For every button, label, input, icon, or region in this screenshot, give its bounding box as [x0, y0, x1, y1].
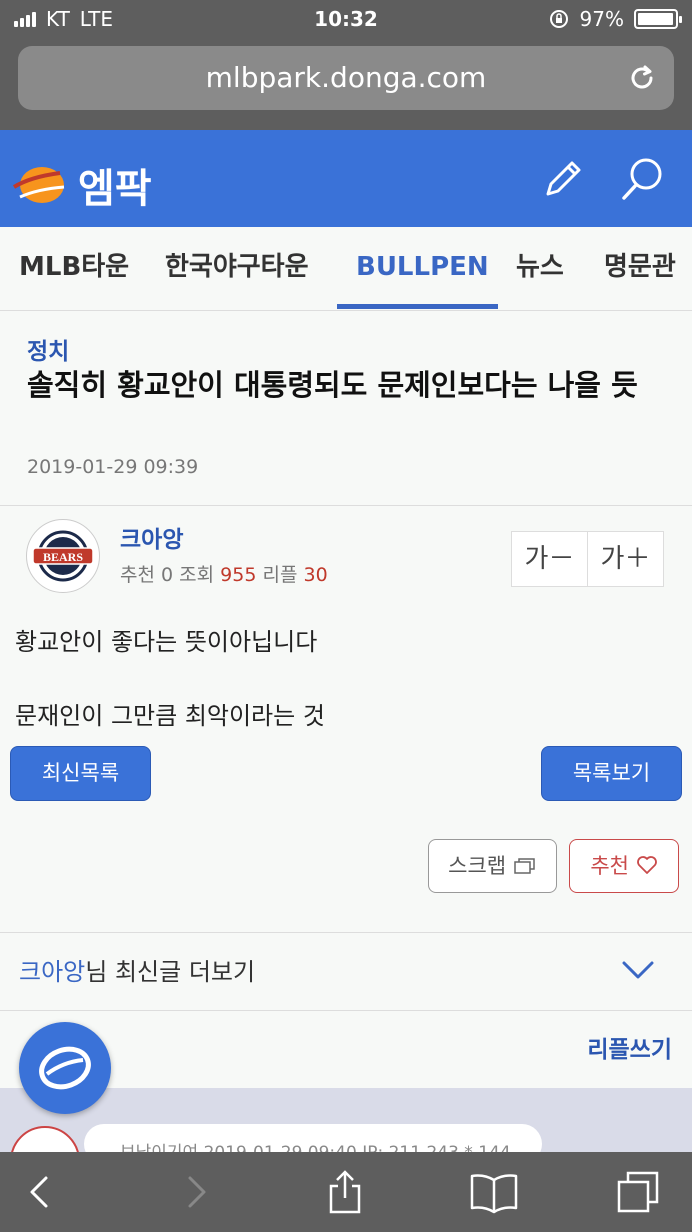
post-body-line: 문재인이 그만큼 최악이라는 것: [15, 702, 325, 730]
divider: [0, 505, 692, 506]
font-smaller-button[interactable]: 가－: [512, 532, 587, 586]
site-header: 엠팍: [0, 130, 692, 227]
url-text: mlbpark.donga.com: [205, 61, 487, 94]
more-posts-nick: 크아앙: [19, 958, 86, 986]
bookmarks-icon[interactable]: [468, 1170, 520, 1214]
recommend-button-label: 추천: [590, 854, 629, 878]
author-name[interactable]: 크아앙: [120, 520, 183, 554]
browser-toolbar: [0, 1152, 692, 1232]
divider: [0, 1010, 692, 1011]
replies-label: 리플: [262, 564, 298, 586]
views-label: 조회: [179, 564, 215, 586]
post-category[interactable]: 정치: [27, 332, 69, 366]
scrap-button[interactable]: 스크랩: [428, 839, 557, 893]
chevron-down-icon[interactable]: [620, 955, 656, 985]
recommend-label: 추천: [120, 564, 155, 586]
tab-mlb-town[interactable]: MLB타운: [19, 227, 129, 311]
tab-bullpen[interactable]: BULLPEN: [356, 227, 489, 311]
heart-icon: [636, 856, 657, 874]
bears-emblem-icon: BEARS: [32, 530, 94, 582]
back-icon[interactable]: [18, 1170, 62, 1214]
logo-text: 엠팍: [78, 166, 152, 212]
scrap-label: 스크랩: [448, 854, 507, 878]
tabs-icon[interactable]: [616, 1170, 660, 1214]
status-bar: KT LTE 10:32 97%: [0, 0, 692, 38]
battery-fill: [638, 13, 673, 25]
site-logo[interactable]: 엠팍: [10, 156, 152, 214]
post-body-line: 황교안이 좋다는 뜻이아닙니다: [15, 628, 318, 656]
floating-home-button[interactable]: [19, 1022, 111, 1114]
battery-icon: [634, 9, 682, 29]
post-date: 2019-01-29 09:39: [27, 456, 199, 478]
baseball-logo-icon: [12, 167, 65, 203]
more-posts-suffix: 님 최신글 더보기: [85, 958, 256, 986]
address-bar[interactable]: mlbpark.donga.com: [18, 46, 674, 110]
rotation-lock-icon: [549, 10, 568, 28]
baseball-icon: [39, 1046, 91, 1090]
avatar[interactable]: BEARS: [26, 519, 100, 593]
copy-icon: [514, 858, 535, 874]
recommend-button[interactable]: 추천: [569, 839, 679, 893]
font-larger-button[interactable]: 가＋: [587, 532, 663, 586]
avatar-text: BEARS: [43, 550, 83, 564]
view-list-button[interactable]: 목록보기: [541, 746, 682, 801]
forward-icon[interactable]: [174, 1170, 218, 1214]
recommend-count: 0: [161, 564, 174, 586]
browser-chrome: KT LTE 10:32 97% mlbpark.donga.com: [0, 0, 692, 130]
tab-hall-of-fame[interactable]: 명문관: [604, 227, 676, 311]
post-stats: 추천 0 조회 955 리플 30: [120, 560, 328, 587]
post-title: 솔직히 황교안이 대통령되도 문제인보다는 나을 듯: [27, 368, 638, 402]
pencil-icon[interactable]: [538, 154, 588, 204]
tab-korea-baseball-town[interactable]: 한국야구타운: [165, 227, 309, 311]
search-icon[interactable]: [618, 154, 668, 204]
divider: [0, 932, 692, 933]
share-icon[interactable]: [323, 1170, 367, 1214]
write-reply-link[interactable]: 리플쓰기: [587, 1030, 672, 1064]
author-more-posts-link[interactable]: 크아앙님 최신글 더보기: [19, 952, 255, 987]
section-tabs: MLB타운 한국야구타운 BULLPEN 뉴스 명문관: [0, 227, 692, 311]
battery-percent: 97%: [579, 7, 624, 31]
tab-news[interactable]: 뉴스: [516, 227, 564, 311]
reload-icon[interactable]: [626, 62, 658, 94]
replies-count: 30: [303, 564, 328, 586]
latest-list-button[interactable]: 최신목록: [10, 746, 151, 801]
active-tab-indicator: [337, 304, 498, 309]
views-count: 955: [220, 564, 257, 586]
font-size-controls: 가－ 가＋: [511, 531, 664, 587]
